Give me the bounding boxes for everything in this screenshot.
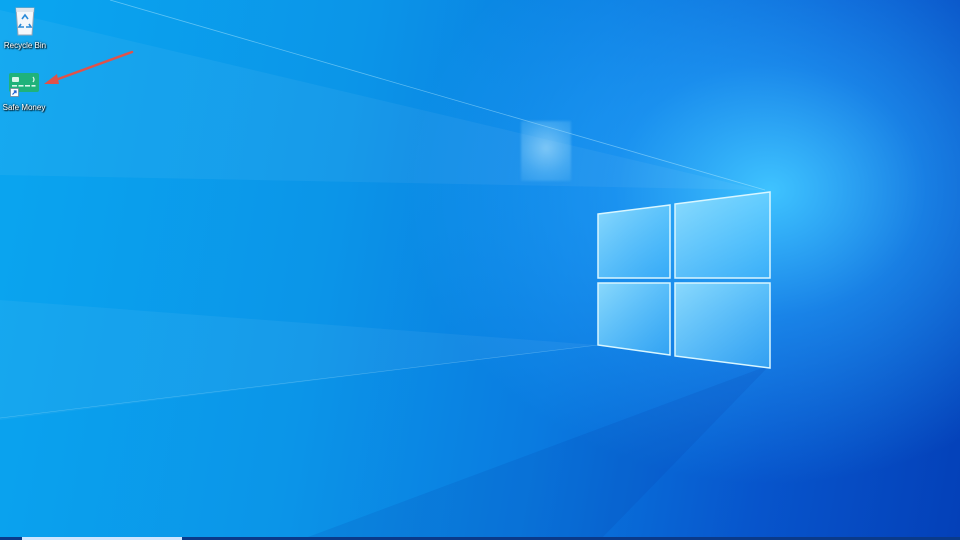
recycle-bin-icon — [15, 7, 35, 36]
shortcut-arrow-icon — [10, 88, 19, 97]
desktop[interactable]: Recycle Bin Safe Money — [0, 0, 960, 540]
desktop-icon-recycle-bin[interactable]: Recycle Bin — [0, 4, 52, 51]
annotation-arrow — [44, 50, 134, 84]
blurred-region — [521, 121, 571, 181]
